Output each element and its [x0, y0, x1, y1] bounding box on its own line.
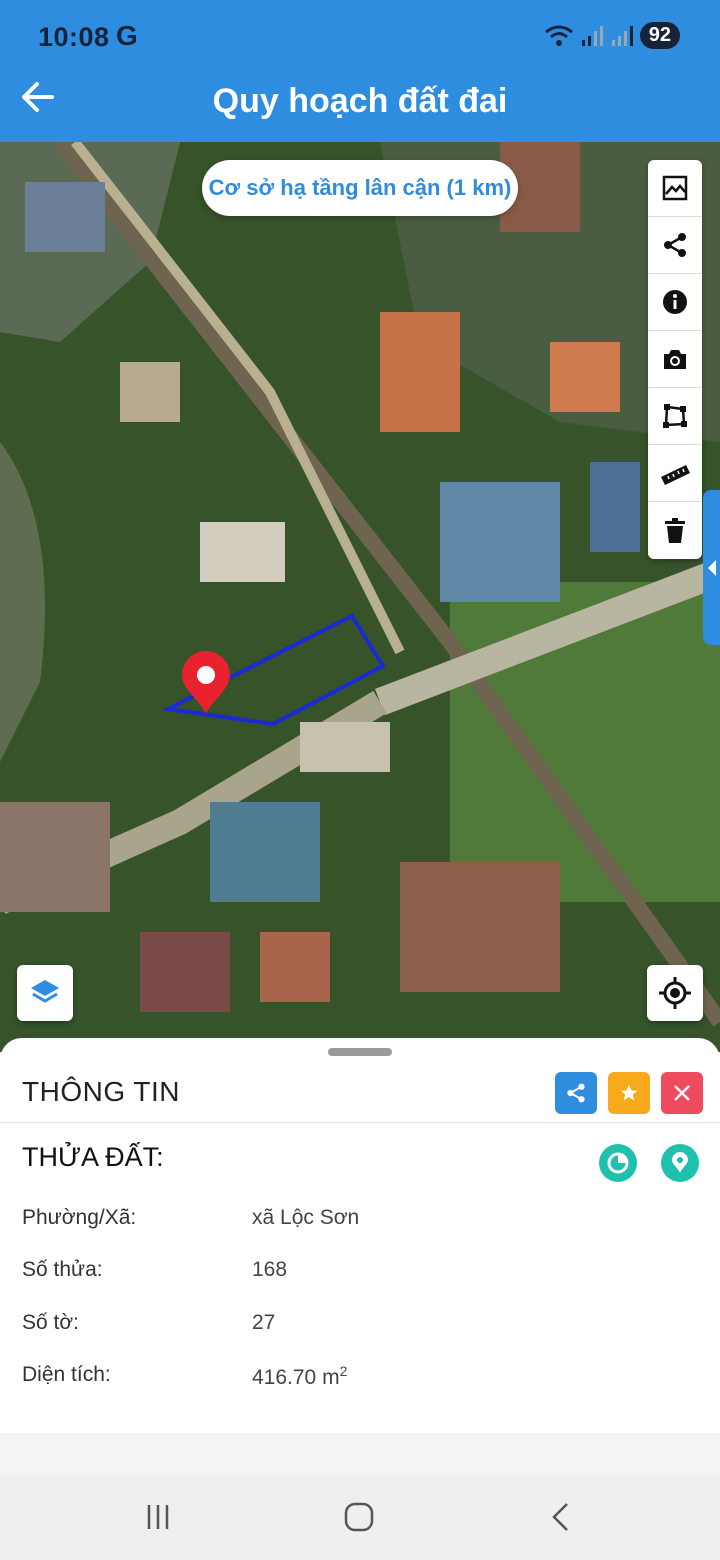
satellite-map[interactable]: Cơ sở hạ tầng lân cận (1 km)	[0, 142, 720, 1052]
section-title: THỬA ĐẤT:	[22, 1142, 164, 1172]
share-tool-button[interactable]	[648, 217, 702, 274]
trash-icon	[665, 517, 685, 543]
star-icon	[620, 1084, 638, 1101]
share-icon	[567, 1083, 585, 1103]
info-bottom-sheet: THÔNG TIN THỬA ĐẤT: Phường/Xã: xã Lộc Sơ…	[0, 1038, 720, 1433]
location-marker[interactable]	[180, 650, 232, 716]
share-icon	[664, 233, 686, 257]
row-value: xã Lộc Sơn	[252, 1206, 360, 1229]
row-label: Phường/Xã:	[22, 1206, 137, 1229]
sheet-footer	[0, 1433, 720, 1475]
polygon-tool-button[interactable]	[648, 388, 702, 445]
map-toolbar	[648, 160, 702, 559]
signal-icon	[581, 25, 603, 46]
polygon-icon	[663, 404, 687, 428]
row-value: 168	[252, 1258, 288, 1281]
divider	[0, 1122, 720, 1123]
share-button[interactable]	[555, 1072, 597, 1114]
row-label: Số tờ:	[22, 1311, 79, 1334]
status-time: 10:08	[38, 22, 110, 52]
ruler-tool-button[interactable]	[648, 445, 702, 502]
system-icons: 92	[544, 22, 680, 49]
app-bar: 10:08 G 92 Quy hoạch đất đai	[0, 0, 720, 142]
image-tool-button[interactable]	[648, 160, 702, 217]
nearby-infrastructure-chip[interactable]: Cơ sở hạ tầng lân cận (1 km)	[202, 160, 518, 216]
page-title: Quy hoạch đất đai	[212, 82, 508, 120]
crosshair-icon	[659, 977, 691, 1009]
close-button[interactable]	[661, 1072, 703, 1114]
my-location-button[interactable]	[647, 965, 703, 1021]
area-unit-exponent: 2	[339, 1363, 348, 1379]
chevron-left-icon	[707, 559, 716, 576]
map-imagery	[0, 142, 720, 1052]
camera-icon	[664, 350, 686, 369]
row-label: Số thửa:	[22, 1258, 103, 1281]
camera-tool-button[interactable]	[648, 331, 702, 388]
image-icon	[662, 175, 688, 201]
signal-icon	[611, 25, 633, 46]
status-bar: 10:08 G 92	[0, 0, 720, 76]
chart-button[interactable]	[599, 1144, 637, 1182]
pie-chart-icon	[607, 1152, 629, 1174]
battery-indicator: 92	[639, 22, 680, 49]
row-value: 416.70 m2	[252, 1363, 347, 1390]
chevron-left-icon	[552, 1503, 568, 1531]
screen: 10:08 G 92 Quy hoạch đất đai Cơ sở hạ tầ…	[0, 0, 720, 1560]
sheet-title: THÔNG TIN	[22, 1076, 180, 1107]
row-label: Diện tích:	[22, 1363, 111, 1386]
google-logo: G	[116, 20, 138, 51]
close-icon	[674, 1085, 690, 1101]
recent-apps-button[interactable]	[138, 1497, 178, 1537]
info-icon	[663, 290, 687, 314]
info-row: Phường/Xã: xã Lộc Sơn	[22, 1206, 702, 1238]
row-value: 27	[252, 1311, 276, 1334]
favorite-button[interactable]	[608, 1072, 650, 1114]
home-icon	[344, 1502, 374, 1532]
info-row: Diện tích: 416.70 m2	[22, 1363, 702, 1395]
info-row: Số thửa: 168	[22, 1258, 702, 1290]
sheet-drag-handle[interactable]	[328, 1048, 392, 1056]
layers-button[interactable]	[17, 965, 73, 1021]
system-nav-bar	[0, 1475, 720, 1560]
wifi-icon	[544, 25, 573, 46]
recent-apps-icon	[147, 1505, 169, 1529]
info-row: Số tờ: 27	[22, 1311, 702, 1343]
locate-parcel-button[interactable]	[661, 1144, 699, 1182]
map-pin-icon	[672, 1152, 688, 1173]
area-value: 416.70 m	[252, 1366, 340, 1389]
back-nav-button[interactable]	[540, 1497, 580, 1537]
side-panel-toggle[interactable]	[703, 490, 720, 645]
info-tool-button[interactable]	[648, 274, 702, 331]
layers-icon	[31, 980, 59, 1003]
map-pin-icon	[182, 651, 230, 714]
home-button[interactable]	[339, 1497, 379, 1537]
ruler-icon	[661, 465, 690, 485]
delete-tool-button[interactable]	[648, 502, 702, 559]
